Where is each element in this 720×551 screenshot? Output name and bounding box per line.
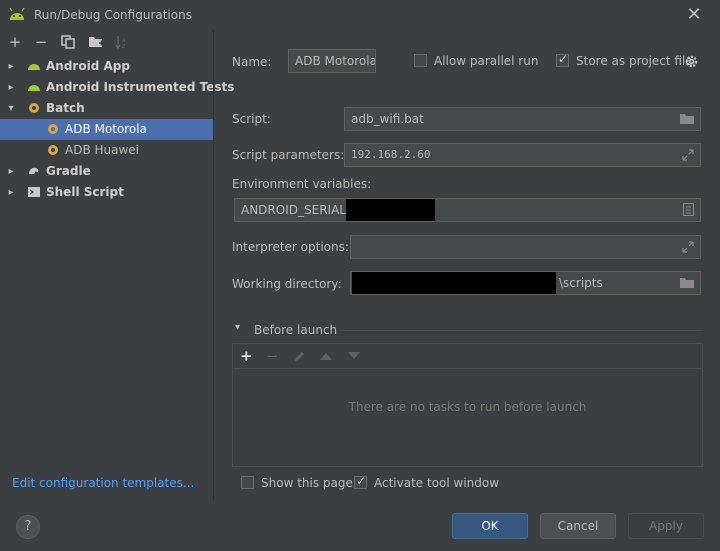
expand-icon[interactable] bbox=[682, 241, 694, 253]
working-directory-label: Working directory: bbox=[232, 277, 342, 291]
store-project-label: Store as project file bbox=[576, 54, 693, 68]
cancel-button[interactable]: Cancel bbox=[540, 513, 616, 539]
script-params-value: 192.168.2.60 bbox=[351, 148, 431, 161]
collapse-arrow-icon[interactable]: ▾ bbox=[235, 322, 240, 333]
gear-icon bbox=[48, 145, 58, 155]
panel-divider bbox=[213, 30, 214, 500]
tree-item-android-instrumented-tests[interactable]: ▸ Android Instrumented Tests bbox=[0, 77, 234, 98]
add-task-icon[interactable]: + bbox=[240, 347, 253, 365]
tree-item-label: Batch bbox=[46, 101, 85, 115]
tree-item-adb-huawei[interactable]: ADB Huawei bbox=[0, 140, 213, 161]
android-logo-icon bbox=[9, 8, 25, 20]
sort-icon: a z bbox=[115, 36, 126, 49]
close-icon[interactable]: ✕ bbox=[682, 3, 706, 27]
working-directory-value: \scripts bbox=[559, 276, 603, 290]
redacted-region bbox=[346, 199, 435, 221]
tree-item-gradle[interactable]: ▸ Gradle bbox=[0, 161, 213, 182]
apply-button[interactable]: Apply bbox=[628, 513, 704, 539]
document-icon[interactable] bbox=[683, 203, 694, 216]
show-page-checkbox[interactable] bbox=[241, 476, 254, 489]
before-launch-title: Before launch bbox=[254, 323, 338, 337]
section-divider bbox=[340, 330, 703, 331]
tree-item-label: Shell Script bbox=[46, 185, 124, 199]
store-project-checkbox[interactable] bbox=[556, 52, 569, 67]
interpreter-options-field[interactable] bbox=[350, 235, 701, 259]
script-value: adb_wifi.bat bbox=[351, 112, 424, 126]
remove-icon[interactable]: − bbox=[33, 34, 49, 50]
gradle-icon bbox=[29, 167, 39, 174]
script-label: Script: bbox=[232, 112, 271, 126]
chevron-right-icon[interactable]: ▸ bbox=[6, 77, 16, 98]
svg-text:z: z bbox=[122, 43, 125, 49]
edit-templates-link[interactable]: Edit configuration templates... bbox=[12, 476, 194, 490]
allow-parallel-checkbox[interactable] bbox=[414, 54, 427, 67]
tree-item-label: Android App bbox=[46, 59, 130, 73]
env-vars-field[interactable]: ANDROID_SERIAL= bbox=[234, 198, 701, 222]
tree-item-adb-motorola[interactable]: ADB Motorola bbox=[0, 119, 213, 140]
script-params-label: Script parameters: bbox=[232, 148, 345, 162]
gear-icon bbox=[29, 103, 39, 113]
chevron-down-icon[interactable]: ▾ bbox=[6, 98, 16, 119]
name-label: Name: bbox=[232, 55, 272, 69]
chevron-right-icon[interactable]: ▸ bbox=[6, 56, 16, 77]
folder-add-icon[interactable] bbox=[88, 35, 104, 49]
redacted-region bbox=[352, 272, 556, 294]
activate-tool-label: Activate tool window bbox=[374, 476, 500, 490]
show-page-label: Show this page bbox=[261, 476, 353, 490]
folder-icon[interactable] bbox=[680, 113, 694, 124]
copy-icon[interactable] bbox=[61, 35, 75, 49]
android-icon bbox=[28, 85, 40, 91]
gear-icon bbox=[48, 124, 58, 134]
tree-item-label: Gradle bbox=[46, 164, 91, 178]
expand-icon[interactable] bbox=[682, 149, 694, 161]
remove-task-icon: − bbox=[266, 347, 279, 365]
chevron-right-icon[interactable]: ▸ bbox=[6, 182, 16, 203]
tree-item-android-app[interactable]: ▸ Android App bbox=[0, 56, 213, 77]
allow-parallel-label: Allow parallel run bbox=[434, 54, 539, 68]
chevron-right-icon[interactable]: ▸ bbox=[6, 161, 16, 182]
gear-icon[interactable] bbox=[685, 55, 698, 68]
activate-tool-checkbox[interactable] bbox=[354, 474, 367, 489]
env-vars-value: ANDROID_SERIAL= bbox=[241, 203, 357, 217]
edit-pencil-icon bbox=[295, 352, 304, 361]
window-title: Run/Debug Configurations bbox=[34, 8, 192, 22]
tree-item-label: ADB Motorola bbox=[65, 122, 147, 136]
tree-item-batch[interactable]: ▾ Batch bbox=[0, 98, 213, 119]
add-icon[interactable]: + bbox=[7, 34, 23, 50]
interpreter-options-label: Interpreter options: bbox=[232, 240, 349, 254]
empty-tasks-text: There are no tasks to run before launch bbox=[348, 400, 587, 414]
tree-item-label: ADB Huawei bbox=[65, 143, 140, 157]
help-button[interactable]: ? bbox=[16, 515, 40, 539]
terminal-icon bbox=[28, 187, 40, 197]
configurations-tree: ▸ Android App ▸ Android Instrumented Tes… bbox=[0, 56, 234, 496]
tree-item-shell-script[interactable]: ▸ Shell Script bbox=[0, 182, 213, 203]
folder-icon[interactable] bbox=[680, 277, 694, 288]
ok-button[interactable]: OK bbox=[452, 513, 528, 539]
env-vars-label: Environment variables: bbox=[232, 177, 372, 191]
name-field[interactable]: ADB Motorola bbox=[288, 49, 376, 73]
script-params-field[interactable]: 192.168.2.60 bbox=[344, 143, 701, 167]
script-field[interactable]: adb_wifi.bat bbox=[344, 107, 701, 131]
android-icon bbox=[28, 64, 40, 70]
move-down-icon bbox=[348, 352, 360, 359]
move-up-icon bbox=[320, 353, 332, 360]
tree-item-label: Android Instrumented Tests bbox=[46, 80, 235, 94]
